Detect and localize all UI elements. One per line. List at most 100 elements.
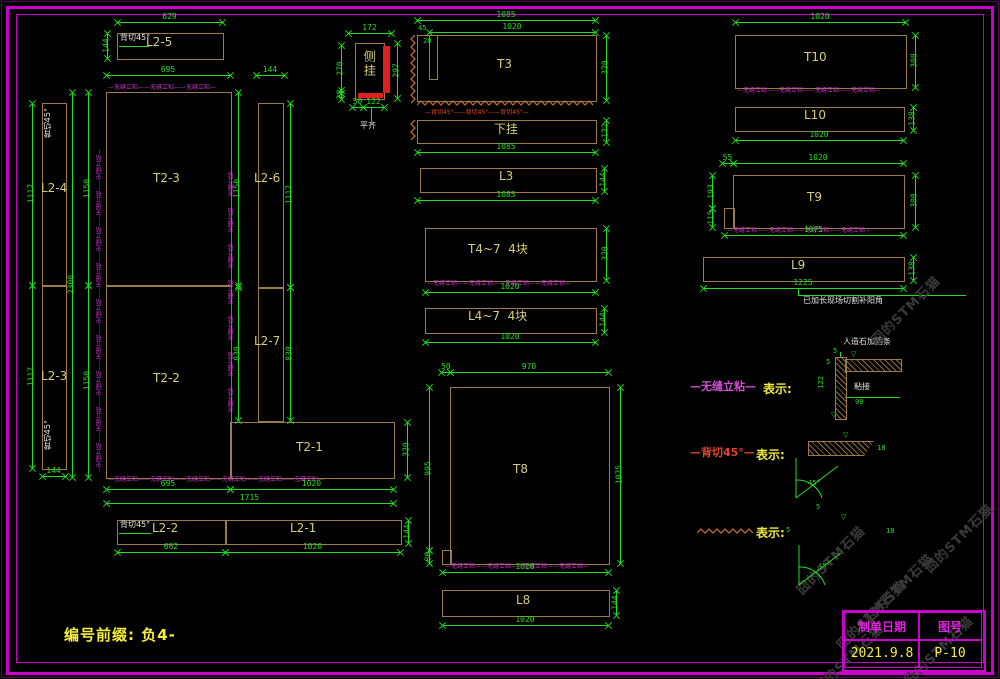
zigzag-edge [697, 528, 755, 534]
label: 表示: [756, 527, 785, 540]
edge-annotation: —无缝立粘——无缝立粘——无缝立粘——无缝立粘— [737, 87, 904, 94]
label: 5 [826, 359, 830, 367]
dim-line [735, 140, 903, 141]
dim-line [106, 503, 393, 504]
edge-annotation: —背切45°——背切45°——背切45°— [425, 109, 597, 116]
dim-line [417, 20, 595, 21]
label: L2-6 [254, 172, 280, 185]
dimension-label: 830 [233, 333, 242, 373]
dimension-label: 1020 [425, 282, 595, 291]
label: 20 [423, 38, 431, 46]
label: T4~7 4块 [468, 243, 528, 256]
dimension-label: 308 [910, 41, 919, 81]
watermark: 囧的STM石猫 [919, 499, 996, 576]
title-block-date-value: 2021.9.8 [844, 639, 920, 668]
dimension-label: 1075 [615, 455, 624, 495]
dimension-label: 1020 [735, 12, 905, 21]
label: L2-2 [152, 522, 178, 535]
dimension-label: 1020 [425, 332, 595, 341]
dimension-label: 1075 [724, 225, 903, 234]
label: 5 [816, 504, 820, 512]
label: L3 [499, 170, 513, 183]
label: ▽ [841, 514, 846, 522]
dim-line [106, 489, 230, 490]
dim-line [425, 292, 595, 293]
label: 表示: [756, 449, 785, 462]
dimension-label: 629 [117, 12, 222, 21]
label: L10 [804, 109, 826, 122]
label: L4~7 4块 [468, 310, 527, 323]
dimension-label: 830 [285, 333, 294, 373]
dimension-label: 144 [599, 300, 608, 340]
dim-line [363, 107, 384, 108]
dimension-label: 1225 [703, 278, 903, 287]
dimension-label: 172 [348, 23, 391, 32]
title-block-date-header: 制单日期 [844, 612, 920, 641]
label: 背切45° [44, 108, 53, 138]
label: 背切45° [120, 34, 150, 43]
dimension-label: 695 [106, 65, 230, 74]
leader-line [119, 46, 149, 47]
dimension-label: 80 [424, 536, 433, 576]
part-box-T8 [450, 387, 610, 565]
dim-line [230, 489, 393, 490]
label: L2-7 [254, 335, 280, 348]
dimension-label: 1150 [233, 168, 242, 208]
label: 粘接 [854, 383, 870, 392]
dimension-label: 1020 [429, 22, 595, 31]
dim-line [417, 200, 595, 201]
dimension-label: 995 [424, 448, 433, 488]
dimension-label: 308 [910, 181, 919, 221]
label: T10 [804, 51, 827, 64]
dim-line [417, 152, 595, 153]
dimension-label: 1020 [735, 130, 903, 139]
label: L2-3 [41, 370, 67, 383]
label: 45 [418, 25, 426, 33]
dimension-label: 297 [392, 50, 401, 90]
dim-line [442, 572, 608, 573]
label: T2-3 [153, 172, 180, 185]
edge-annotation: —无缝立粘——无缝立粘——无缝立粘——无缝立粘——无缝立粘——无缝立粘——无缝立… [96, 95, 103, 473]
leader-line [119, 533, 151, 534]
dim-line [735, 22, 905, 23]
dim-line [425, 342, 595, 343]
angle-45-icon [792, 456, 844, 502]
edge-annotation: —无缝立粘——无缝立粘——无缝立粘— [108, 84, 228, 91]
dimension-label: 122 [363, 97, 384, 106]
label: 背切45° [120, 521, 150, 530]
dimension-label: 144 [102, 25, 111, 65]
label: L9 [791, 259, 805, 272]
red-clip [383, 46, 390, 93]
dim-line [117, 552, 225, 553]
dimension-label: 1020 [230, 479, 393, 488]
dim-line [442, 625, 608, 626]
angle-45-icon [795, 543, 847, 589]
label: T8 [513, 463, 528, 476]
dimension-label: 28 [336, 74, 345, 114]
dimension-label: 320 [402, 429, 411, 469]
dim-line [117, 22, 222, 23]
label: ▽ [851, 351, 856, 359]
label: 侧挂 [362, 50, 375, 78]
label: 18 [886, 528, 894, 536]
label: 表示: [763, 383, 792, 396]
dimension-label: 1117 [285, 175, 294, 215]
dim-line [42, 476, 65, 477]
title-block: 制单日期 图号 2021.9.8 P-10 [842, 610, 986, 672]
dimension-label: 1117 [27, 356, 36, 396]
dimension-label: 115 [707, 197, 716, 237]
back-cut-symbol-bar [808, 441, 874, 456]
label: 90 [855, 399, 863, 407]
label: 编号前缀: 负4- [64, 627, 176, 644]
leader-line [371, 108, 372, 121]
dimension-label: 1085 [417, 10, 595, 19]
label: 下挂 [494, 123, 518, 136]
dimension-label: 662 [117, 542, 225, 551]
cad-canvas: —无缝立粘——无缝立粘——无缝立粘——无缝立粘——无缝立粘——无缝立粘——无缝立… [0, 0, 1000, 679]
label: —背切45°— [690, 447, 755, 459]
dimension-label: 1020 [733, 153, 903, 162]
dimension-label: 144 [599, 159, 608, 199]
dimension-label: 1150 [83, 361, 92, 401]
dim-line [106, 75, 230, 76]
label: 18 [877, 445, 885, 453]
